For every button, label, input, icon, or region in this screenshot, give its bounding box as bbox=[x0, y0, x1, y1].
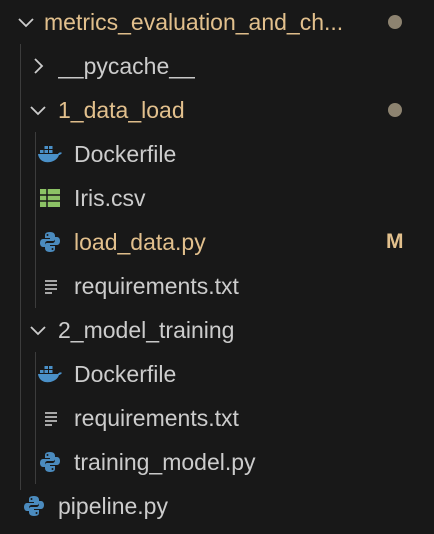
file-pipeline-py-label: pipeline.py bbox=[58, 493, 168, 519]
modified-dot bbox=[388, 103, 402, 117]
chevron-down-icon bbox=[14, 0, 38, 44]
file-training-model-py-label: training_model.py bbox=[74, 449, 256, 475]
file-training-model-py[interactable]: training_model.py bbox=[0, 440, 434, 484]
folder-model-training-label: 2_model_training bbox=[58, 317, 235, 343]
chevron-right-icon bbox=[26, 44, 50, 88]
text-file-icon bbox=[40, 396, 62, 440]
docker-icon bbox=[36, 352, 64, 396]
file-explorer-tree: metrics_evaluation_and_ch... __pycache__… bbox=[0, 0, 434, 534]
modified-dot bbox=[388, 15, 402, 29]
file-load-data-py[interactable]: load_data.py M bbox=[0, 220, 434, 264]
file-requirements-txt-label: requirements.txt bbox=[74, 405, 239, 431]
chevron-down-icon bbox=[26, 88, 50, 132]
folder-pycache-label: __pycache__ bbox=[58, 53, 195, 79]
file-dockerfile[interactable]: Dockerfile bbox=[0, 132, 434, 176]
chevron-down-icon bbox=[26, 308, 50, 352]
folder-model-training[interactable]: 2_model_training bbox=[0, 308, 434, 352]
file-requirements-txt-label: requirements.txt bbox=[74, 273, 239, 299]
modified-badge: M bbox=[386, 230, 404, 253]
text-file-icon bbox=[40, 264, 62, 308]
python-icon bbox=[38, 220, 62, 264]
file-dockerfile[interactable]: Dockerfile bbox=[0, 352, 434, 396]
docker-icon bbox=[36, 132, 64, 176]
folder-data-load[interactable]: 1_data_load bbox=[0, 88, 434, 132]
csv-icon bbox=[38, 176, 62, 220]
python-icon bbox=[22, 484, 46, 528]
folder-data-load-label: 1_data_load bbox=[58, 97, 185, 123]
folder-root[interactable]: metrics_evaluation_and_ch... bbox=[0, 0, 434, 44]
file-iris-csv-label: Iris.csv bbox=[74, 185, 146, 211]
file-iris-csv[interactable]: Iris.csv bbox=[0, 176, 434, 220]
folder-pycache[interactable]: __pycache__ bbox=[0, 44, 434, 88]
file-pipeline-py[interactable]: pipeline.py bbox=[0, 484, 434, 528]
folder-root-label: metrics_evaluation_and_ch... bbox=[44, 9, 344, 35]
python-icon bbox=[38, 440, 62, 484]
file-dockerfile-label: Dockerfile bbox=[74, 361, 177, 387]
file-requirements-txt[interactable]: requirements.txt bbox=[0, 264, 434, 308]
file-dockerfile-label: Dockerfile bbox=[74, 141, 177, 167]
file-requirements-txt[interactable]: requirements.txt bbox=[0, 396, 434, 440]
file-load-data-py-label: load_data.py bbox=[74, 229, 206, 255]
